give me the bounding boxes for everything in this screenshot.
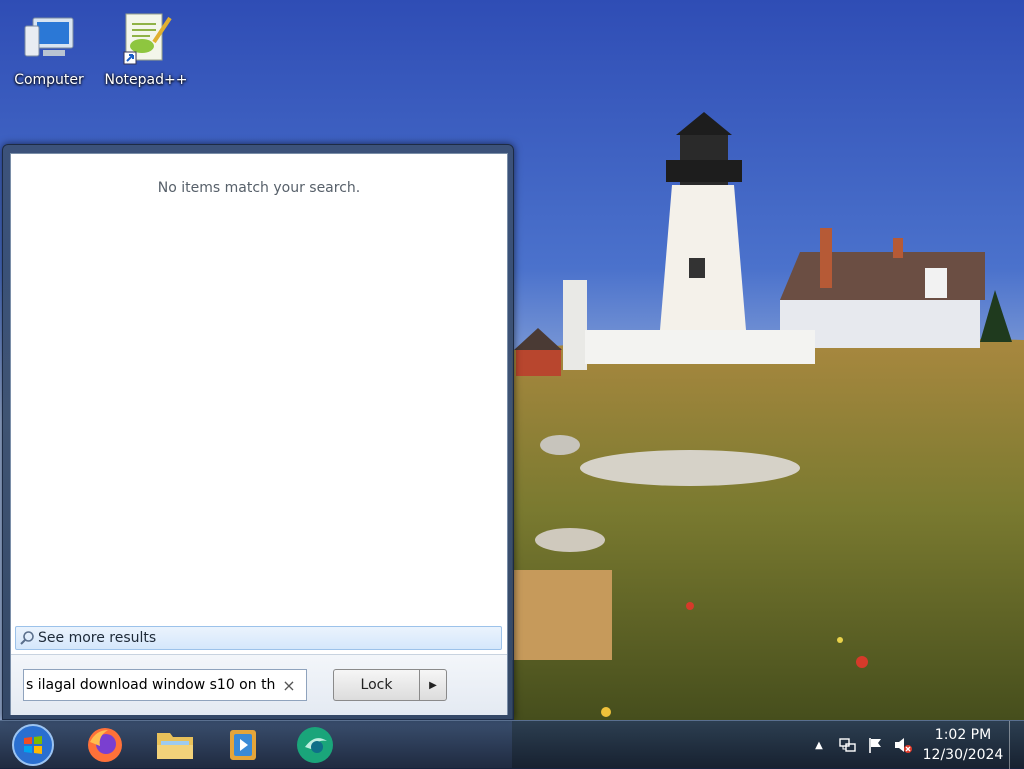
desktop-icon-notepadpp[interactable]: Notepad++	[101, 12, 191, 88]
start-search-box[interactable]: ×	[23, 669, 307, 701]
taskbar-media-player[interactable]	[220, 721, 266, 769]
start-menu: No items match your search. See more res…	[2, 144, 514, 720]
desktop-icon-label: Computer	[14, 72, 84, 88]
start-menu-results-pane: No items match your search. See more res…	[10, 153, 508, 715]
clear-search-icon[interactable]: ×	[276, 676, 302, 695]
start-search-input[interactable]	[24, 677, 276, 693]
computer-icon	[21, 12, 77, 68]
folder-icon	[157, 733, 193, 759]
network-icon[interactable]	[833, 721, 861, 769]
taskbar-windows-explorer[interactable]	[152, 721, 198, 769]
start-menu-bottom-bar: × Lock ▶	[11, 654, 507, 715]
clock-date: 12/30/2024	[922, 747, 1004, 763]
see-more-results-link[interactable]: See more results	[15, 626, 502, 650]
taskbar: ▲ 1:02 PM 12/30/2024	[0, 720, 1024, 769]
see-more-results-label: See more results	[38, 630, 157, 646]
volume-muted-icon[interactable]	[889, 721, 917, 769]
windows-logo-icon	[12, 724, 54, 766]
taskbar-firefox[interactable]	[82, 721, 128, 769]
desktop-icon-computer[interactable]: Computer	[4, 12, 94, 88]
firefox-icon	[88, 728, 122, 762]
power-options-arrow-button[interactable]: ▶	[419, 669, 447, 701]
triangle-right-icon: ▶	[429, 679, 437, 691]
action-center-flag-icon[interactable]	[861, 721, 889, 769]
show-hidden-icons-arrow[interactable]: ▲	[805, 721, 833, 769]
show-desktop-button[interactable]	[1009, 721, 1024, 769]
system-tray: ▲ 1:02 PM 12/30/2024	[805, 721, 1024, 769]
notepadpp-icon	[118, 12, 174, 68]
taskbar-green-app[interactable]	[292, 721, 338, 769]
search-icon	[16, 630, 38, 646]
start-button[interactable]	[6, 721, 60, 769]
green-app-icon	[297, 727, 333, 763]
no-results-message: No items match your search.	[157, 180, 361, 196]
lock-button[interactable]: Lock	[333, 669, 419, 701]
media-player-icon	[230, 730, 256, 760]
taskbar-clock[interactable]: 1:02 PM 12/30/2024	[917, 725, 1009, 765]
clock-time: 1:02 PM	[934, 727, 992, 743]
desktop-icon-label: Notepad++	[104, 72, 188, 88]
chevron-up-icon: ▲	[815, 739, 823, 751]
